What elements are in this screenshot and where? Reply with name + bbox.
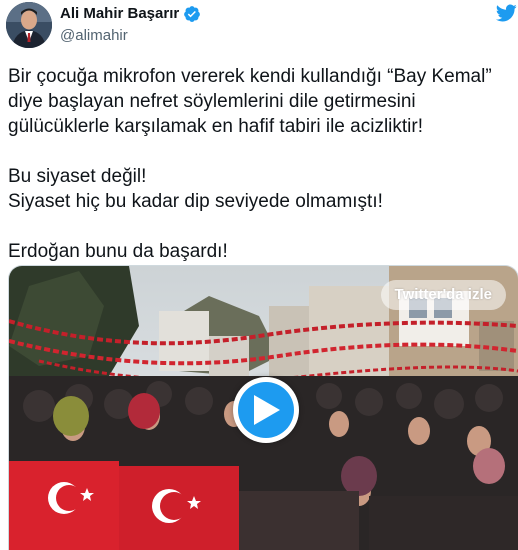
tweet-line: Bir çocuğa mikrofon vererek kendi kullan…: [8, 66, 492, 87]
tweet-line: Siyaset hiç bu kadar dip seviyede olmamı…: [8, 191, 383, 212]
tweet-line: gülücüklerle karşılamak en hafif tabiri …: [8, 116, 423, 137]
author-handle[interactable]: @alimahir: [60, 26, 128, 46]
tweet-line: Erdoğan bunu da başardı!: [8, 241, 228, 262]
author-display-name: Ali Mahir Başarır: [60, 5, 180, 22]
tweet-line: Bu siyaset değil!: [8, 166, 147, 187]
avatar[interactable]: [6, 2, 52, 48]
tweet-text: Bir çocuğa mikrofon vererek kendi kullan…: [8, 64, 513, 264]
play-icon: [254, 395, 280, 425]
tweet-header: Ali Mahir Başarır @alimahir: [0, 0, 518, 52]
watch-on-twitter-button[interactable]: Twitter'da izle: [380, 280, 506, 310]
author-name-row[interactable]: Ali Mahir Başarır: [60, 4, 201, 24]
twitter-bird-icon[interactable]: [494, 2, 518, 24]
verified-badge-icon: [183, 5, 201, 23]
play-button[interactable]: [233, 377, 299, 443]
tweet-line: diye başlayan nefret söylemlerini dile g…: [8, 91, 416, 112]
video-player[interactable]: Twitter'da izle: [8, 265, 518, 550]
